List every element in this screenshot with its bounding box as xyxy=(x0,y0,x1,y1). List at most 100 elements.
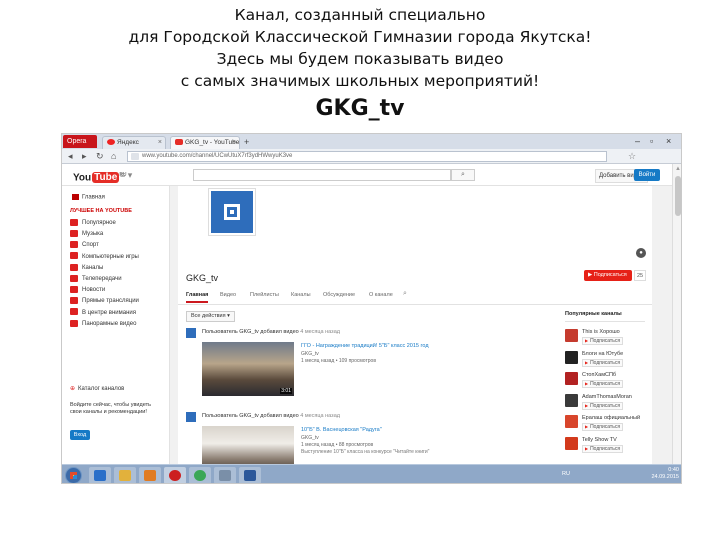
popular-channel[interactable]: Telly Show TVПодписаться xyxy=(565,435,645,457)
close-icon[interactable]: × xyxy=(158,137,162,148)
channel-avatar[interactable] xyxy=(208,188,256,236)
scroll-up-icon[interactable]: ▲ xyxy=(675,166,681,172)
home-icon[interactable]: ⌂ xyxy=(111,151,116,162)
taskbar-app-chrome[interactable] xyxy=(189,467,211,483)
popular-icon xyxy=(70,218,78,226)
forward-icon[interactable]: ▸ xyxy=(82,151,87,162)
tab-yandex[interactable]: Яндекс × xyxy=(102,136,166,149)
bookmark-star-icon[interactable]: ☆ xyxy=(628,151,636,162)
spotlight-icon xyxy=(70,308,78,316)
opera-menu-button[interactable]: Opera xyxy=(63,135,97,148)
maximize-icon[interactable]: ▫ xyxy=(650,135,653,147)
avatar[interactable] xyxy=(186,328,196,338)
guide-item-live[interactable]: Прямые трансляции xyxy=(70,296,139,307)
popular-channel-name[interactable]: Ералаш официальный xyxy=(582,415,640,421)
guide-item-360[interactable]: Панорамные видео xyxy=(70,319,139,330)
start-button[interactable] xyxy=(65,467,82,483)
popular-channel[interactable]: AdamThomasMoranПодписаться xyxy=(565,392,645,414)
popular-channel-name[interactable]: Telly Show TV xyxy=(582,437,617,443)
signin-button[interactable]: Войти xyxy=(634,169,660,181)
guide-item-tv[interactable]: Телепередачи xyxy=(70,274,139,285)
popular-channel[interactable]: СтопХамСПб Подписаться xyxy=(565,370,645,392)
tab-channels[interactable]: Каналы xyxy=(291,292,311,298)
channel-name[interactable]: GKG_tv xyxy=(186,273,218,283)
clock-time: 0:40 xyxy=(668,467,679,473)
subscribe-button[interactable]: ▶ Подписаться xyxy=(584,270,632,281)
video-title[interactable]: 10"Б" В. Васнецовская "Радуга" xyxy=(301,427,382,433)
url-input[interactable]: www.youtube.com/channel/UCwUtuX7rf3ydHWw… xyxy=(127,151,607,162)
feed-filter-dropdown[interactable]: Все действия ▾ xyxy=(186,311,235,322)
gaming-icon xyxy=(70,252,78,260)
word-icon xyxy=(244,470,256,481)
avatar xyxy=(565,350,578,364)
taskbar-app-ie[interactable] xyxy=(89,467,111,483)
subscribe-button[interactable]: Подписаться xyxy=(582,337,624,345)
channels-icon xyxy=(70,263,78,271)
video-title[interactable]: ГГО - Награждение традиций! 5"Б" класс 2… xyxy=(301,343,429,349)
minimize-icon[interactable]: – xyxy=(635,135,640,147)
close-icon[interactable]: × xyxy=(232,137,236,148)
feed-item: Пользователь GKG_tv добавил видео 4 меся… xyxy=(186,328,556,408)
close-window-icon[interactable]: × xyxy=(666,135,671,147)
tab-videos[interactable]: Видео xyxy=(220,292,236,298)
music-icon xyxy=(70,230,78,238)
tab-home[interactable]: Главная xyxy=(186,292,209,303)
subscribe-label: Подписаться xyxy=(593,272,627,278)
reload-icon[interactable]: ↻ xyxy=(96,151,104,162)
video-author[interactable]: GKG_tv xyxy=(301,351,319,357)
search-button[interactable]: ⌕ xyxy=(451,169,475,181)
tab-discussion[interactable]: Обсуждение xyxy=(323,292,355,298)
popular-channel-name[interactable]: Блоги на Ютубе xyxy=(582,351,623,357)
guide-item-music[interactable]: Музыка xyxy=(70,229,139,240)
new-tab-button[interactable]: + xyxy=(244,137,249,147)
subscribe-button[interactable]: Подписаться xyxy=(582,380,624,388)
guide-home[interactable]: Главная xyxy=(72,194,105,201)
page-scrollbar[interactable]: ▲ xyxy=(672,164,681,468)
taskbar-app-opera[interactable] xyxy=(164,467,186,483)
avatar[interactable] xyxy=(186,412,196,422)
video-description: Выступление 10"Б" класса на конкурсе "Чи… xyxy=(301,449,430,455)
guide-item-spotlight[interactable]: В центре внимания xyxy=(70,308,139,319)
heading-line: для Городской Классической Гимназии горо… xyxy=(128,28,592,46)
taskbar-app-viewer[interactable] xyxy=(214,467,236,483)
popular-channel-name[interactable]: This is Хорошо xyxy=(582,329,620,335)
taskbar-app-explorer[interactable] xyxy=(114,467,136,483)
guide-item-sport[interactable]: Спорт xyxy=(70,240,139,251)
guide-catalog[interactable]: Каталог каналов xyxy=(70,385,124,392)
heading-line: Здесь мы будем показывать видео xyxy=(216,50,504,68)
subscribe-button[interactable]: Подписаться xyxy=(582,423,624,431)
tab-playlists[interactable]: Плейлисты xyxy=(250,292,279,298)
popular-channel[interactable]: Блоги на ЮтубеПодписаться xyxy=(565,349,645,371)
youtube-logo[interactable]: You Tube RU xyxy=(73,169,127,184)
video-author[interactable]: GKG_tv xyxy=(301,435,319,441)
language-indicator[interactable]: RU xyxy=(562,471,570,477)
search-input[interactable] xyxy=(193,169,451,181)
guide-item-label: Каналы xyxy=(82,264,104,271)
tab-about[interactable]: О канале xyxy=(369,292,393,298)
subscribe-button[interactable]: Подписаться xyxy=(582,401,624,410)
popular-channel-name[interactable]: СтопХамСПб xyxy=(582,372,616,378)
scrollbar-thumb[interactable] xyxy=(675,176,681,216)
news-icon xyxy=(70,286,78,294)
popular-channel-name[interactable]: AdamThomasMoran xyxy=(582,394,632,400)
tab-youtube[interactable]: GKG_tv - YouTube × xyxy=(170,136,240,149)
guide-login-button[interactable]: Вход xyxy=(70,430,90,440)
taskbar-app-media[interactable] xyxy=(139,467,161,483)
popular-channel[interactable]: Ералаш официальный Подписаться xyxy=(565,413,645,435)
chrome-icon: ● xyxy=(636,248,646,258)
guide-item-popular[interactable]: Популярное xyxy=(70,218,139,229)
taskbar-app-word[interactable] xyxy=(239,467,261,483)
video-thumbnail[interactable]: 3:01 xyxy=(202,342,294,396)
guide-item-channels[interactable]: Каналы xyxy=(70,263,139,274)
subscribe-button[interactable]: Подписаться xyxy=(582,444,624,453)
popular-channel[interactable]: This is Хорошо Подписаться xyxy=(565,327,645,349)
back-icon[interactable]: ◂ xyxy=(68,151,73,162)
guide-item-news[interactable]: Новости xyxy=(70,285,139,296)
browser-tabbar: Opera Яндекс × GKG_tv - YouTube × + – ▫ … xyxy=(62,134,681,149)
guide-item-gaming[interactable]: Компьютерные игры xyxy=(70,252,139,263)
system-clock[interactable]: 0:40 24.09.2015 xyxy=(651,467,679,481)
search-icon[interactable]: ⌕ xyxy=(403,290,407,298)
guide-item-label: В центре внимания xyxy=(82,309,137,316)
menu-icon[interactable]: ≡ ▾ xyxy=(120,169,132,181)
subscribe-button[interactable]: Подписаться xyxy=(582,358,624,367)
